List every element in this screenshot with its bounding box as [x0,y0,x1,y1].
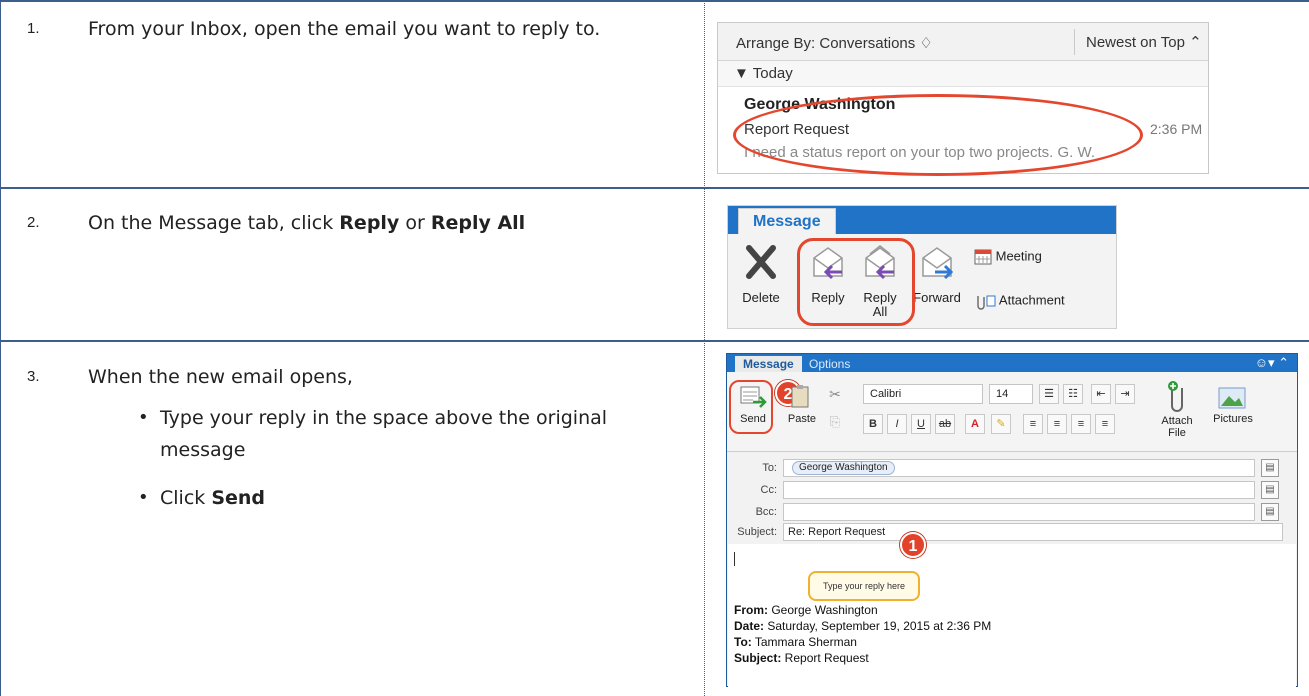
highlight-oval [733,94,1143,176]
orig-from: From: George Washington [734,603,878,617]
highlight-color-icon[interactable]: ✎ [991,414,1011,434]
to-row: To: George Washington ▤ [727,458,1297,478]
table-top-rule [0,0,1309,2]
address-book-icon[interactable]: ▤ [1261,503,1279,521]
message-body[interactable]: Type your reply here 1 From: George Wash… [728,532,1296,692]
meeting-label: Meeting [995,248,1042,264]
bar-divider [1074,29,1075,55]
step-1-text: From your Inbox, open the email you want… [88,18,601,40]
forward-label: Forward [913,290,961,305]
subject-label: Subject: [737,526,777,538]
step-1-number: 1. [27,20,40,37]
paperclip-plus-icon [1168,381,1183,412]
justify-icon[interactable]: ≡ [1095,414,1115,434]
pictures-button[interactable]: Pictures [1209,386,1257,425]
bcc-field[interactable] [783,503,1255,521]
text-cursor [734,552,735,566]
strikethrough-icon[interactable]: ab [935,414,955,434]
align-left-icon[interactable]: ≡ [1023,414,1043,434]
forward-button[interactable]: Forward [910,242,964,305]
table-row-rule [0,187,1309,189]
attachment-label: Attachment [998,292,1065,308]
align-center-icon[interactable]: ≡ [1047,414,1067,434]
cc-row: Cc: ▤ [727,480,1297,500]
today-group-header[interactable]: ▼ Today [718,61,1208,87]
bullet-type-reply: Type your reply in the space above the o… [138,402,668,466]
step-2-text: On the Message tab, click Reply or Reply… [88,212,526,234]
instruction-document: 1. From your Inbox, open the email you w… [0,0,1309,696]
forward-envelope-icon [922,247,954,280]
font-name-select[interactable]: Calibri [863,384,983,404]
arrange-bar: Arrange By: Conversations ♢ Newest on To… [718,23,1208,61]
reply-callout: Type your reply here [808,571,920,601]
calendar-icon [974,249,992,265]
feedback-smiley-icon[interactable]: ☺▾ ⌃ [1255,354,1289,372]
to-field[interactable]: George Washington [783,459,1255,477]
cc-label: Cc: [760,484,778,496]
clipboard-icon [791,385,809,408]
bcc-row: Bcc: ▤ [727,502,1297,522]
step-3-bullets: Type your reply in the space above the o… [138,402,698,530]
paperclip-icon [977,295,996,310]
ribbon-top-bar: Message [728,206,1116,234]
subject-field[interactable]: Re: Report Request [783,523,1283,541]
increase-indent-icon[interactable]: ⇥ [1115,384,1135,404]
sort-order-label[interactable]: Newest on Top ⌃ [1086,33,1202,51]
subject-row: Subject: Re: Report Request [727,522,1297,542]
numbering-icon[interactable]: ☷ [1063,384,1083,404]
attachment-button[interactable]: Attachment [974,292,1065,310]
tab-options[interactable]: Options [809,356,850,372]
italic-icon[interactable]: I [887,414,907,434]
step-badge-1: 1 [900,532,926,558]
message-ribbon-screenshot: Message Delete Reply Reply All Forward M… [727,205,1117,329]
arrange-by-label[interactable]: Arrange By: Conversations ♢ [736,34,933,52]
decrease-indent-icon[interactable]: ⇤ [1091,384,1111,404]
table-column-divider [704,0,705,696]
font-color-icon[interactable]: A [965,414,985,434]
compose-ribbon: Send 2 Paste ✂ ⎘ Calibri 14 ☰ ☷ ⇤ ⇥ B I [727,372,1297,452]
compose-top-bar: Message Options ☺▾ ⌃ [727,354,1297,372]
delete-button[interactable]: Delete [736,242,786,305]
cc-field[interactable] [783,481,1255,499]
attach-file-button[interactable]: Attach File [1157,380,1197,439]
orig-subject: Subject: Report Request [734,651,869,665]
paste-button[interactable]: Paste [785,384,819,425]
address-book-icon[interactable]: ▤ [1261,481,1279,499]
paste-label: Paste [787,413,817,425]
tab-message[interactable]: Message [738,208,836,234]
bold-icon[interactable]: B [863,414,883,434]
bcc-label: Bcc: [755,506,777,518]
highlight-reply-buttons [797,238,915,326]
table-left-rule [0,0,1,696]
pictures-label: Pictures [1213,413,1253,425]
table-row-rule [0,340,1309,342]
original-message-header: From: George Washington Date: Saturday, … [734,602,991,666]
step-2-number: 2. [27,214,40,231]
compose-window-screenshot: Message Options ☺▾ ⌃ Send 2 Paste ✂ ⎘ Ca… [726,353,1298,692]
step-3-number: 3. [27,368,40,385]
picture-icon [1218,387,1246,409]
copy-icon[interactable]: ⎘ [825,415,845,428]
message-time: 2:36 PM [1150,121,1203,137]
address-book-icon[interactable]: ▤ [1261,459,1279,477]
bullet-click-send: Click Send [138,482,698,514]
delete-label: Delete [742,290,780,305]
orig-date: Date: Saturday, September 19, 2015 at 2:… [734,619,992,633]
recipient-chip[interactable]: George Washington [792,461,895,475]
tab-message[interactable]: Message [735,356,802,372]
cut-icon[interactable]: ✂ [825,387,845,401]
align-right-icon[interactable]: ≡ [1071,414,1091,434]
meeting-button[interactable]: Meeting [974,248,1042,266]
to-label: To: [762,462,777,474]
highlight-send [729,380,773,434]
attach-file-label: Attach File [1161,415,1193,439]
delete-x-icon [746,245,776,279]
orig-to: To: Tammara Sherman [734,635,857,649]
bullets-icon[interactable]: ☰ [1039,384,1059,404]
font-size-select[interactable]: 14 [989,384,1033,404]
underline-icon[interactable]: U [911,414,931,434]
step-3-text: When the new email opens, [88,366,353,388]
